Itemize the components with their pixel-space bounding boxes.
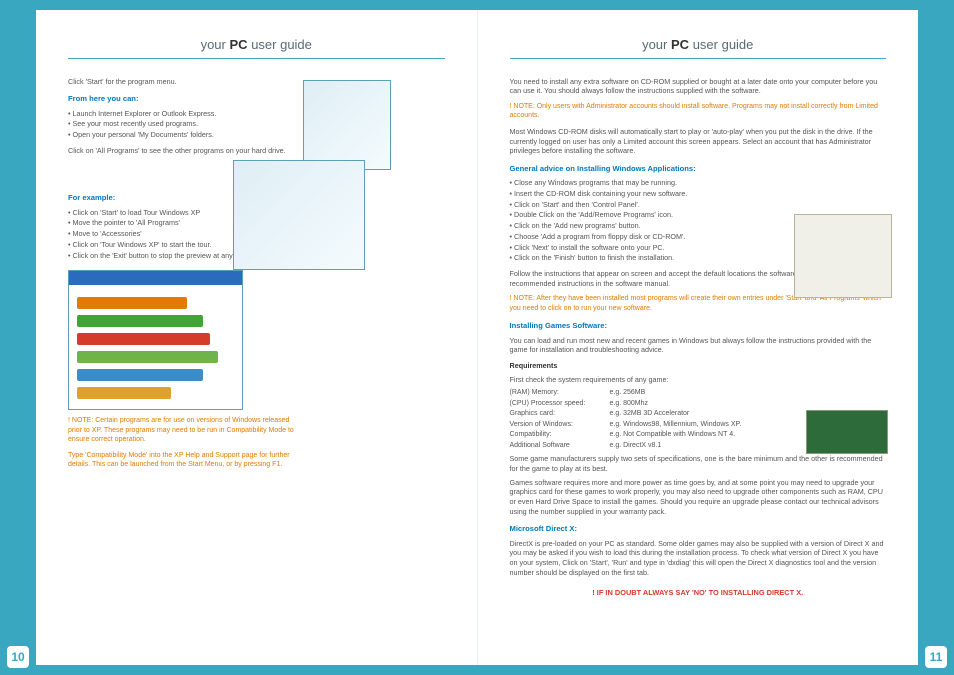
req-value: e.g. DirectX v8.1 <box>610 441 790 450</box>
heading-installing-games: Installing Games Software: <box>510 321 887 331</box>
list-item: Launch Internet Explorer or Outlook Expr… <box>68 109 298 119</box>
start-menu-screenshots <box>293 80 453 290</box>
page-number-right: 11 <box>924 645 948 669</box>
req-label: (CPU) Processor speed: <box>510 399 610 408</box>
list-item: Double Click on the 'Add/Remove Programs… <box>510 210 750 220</box>
req-label: Graphics card: <box>510 409 610 418</box>
req-value: e.g. 256MB <box>610 388 790 397</box>
req-value: e.g. 32MB 3D Accelerator <box>610 409 790 418</box>
list-item: Click on 'Start' and then 'Control Panel… <box>510 200 750 210</box>
p-games: You can load and run most new and recent… <box>510 336 887 355</box>
page-header-right: your PC user guide <box>510 36 887 59</box>
req-label: Version of Windows: <box>510 420 610 429</box>
list-item: Click on the 'Add new programs' button. <box>510 221 750 231</box>
list-item: Click 'Next' to install the software ont… <box>510 243 750 253</box>
list-item: Open your personal 'My Documents' folder… <box>68 130 298 140</box>
left-content: Click 'Start' for the program menu. From… <box>68 77 298 470</box>
list-from-here: Launch Internet Explorer or Outlook Expr… <box>68 109 298 140</box>
p-twosets: Some game manufacturers supply two sets … <box>510 454 887 473</box>
list-item: Choose 'Add a program from floppy disk o… <box>510 232 750 242</box>
page-right: your PC user guide You need to install a… <box>478 10 919 665</box>
list-item: Click on the 'Finish' button to finish t… <box>510 253 750 263</box>
screenshot-xp-tour <box>68 270 243 410</box>
p-upgrade: Games software requires more and more po… <box>510 478 887 517</box>
note-admin: ! NOTE: Only users with Administrator ac… <box>510 102 887 121</box>
header-rule <box>510 58 887 59</box>
header-bold: PC <box>671 37 689 52</box>
list-item: Close any Windows programs that may be r… <box>510 178 750 188</box>
heading-from-here: From here you can: <box>68 94 298 104</box>
req-value: e.g. Windows98, Millennium, Windows XP. <box>610 420 790 429</box>
image-graphics-card <box>806 410 888 454</box>
p-directx: DirectX is pre-loaded on your PC as stan… <box>510 539 887 578</box>
req-value: e.g. Not Compatible with Windows NT 4. <box>610 430 790 439</box>
screenshot-start-menu <box>303 80 391 170</box>
p-autoplay: Most Windows CD-ROM disks will automatic… <box>510 127 887 156</box>
heading-general-advice: General advice on Installing Windows App… <box>510 164 887 174</box>
header-post: user guide <box>251 37 312 52</box>
list-item: Insert the CD-ROM disk containing your n… <box>510 189 750 199</box>
heading-directx: Microsoft Direct X: <box>510 524 887 534</box>
heading-requirements: Requirements <box>510 361 887 371</box>
screenshot-add-programs <box>794 214 892 298</box>
list-item: See your most recently used programs. <box>68 119 298 129</box>
p-reqcheck: First check the system requirements of a… <box>510 375 887 385</box>
header-pre: your <box>201 37 226 52</box>
page-number-left: 10 <box>6 645 30 669</box>
note-compat-help: Type 'Compatibility Mode' into the XP He… <box>68 451 298 470</box>
p-intro: You need to install any extra software o… <box>510 77 887 96</box>
header-pre: your <box>642 37 667 52</box>
page-header-left: your PC user guide <box>68 36 445 59</box>
list-general-advice: Close any Windows programs that may be r… <box>510 178 750 263</box>
page-spread: your PC user guide Click 'Start' for the… <box>36 10 918 665</box>
page-left: your PC user guide Click 'Start' for the… <box>36 10 478 665</box>
req-label: (RAM) Memory: <box>510 388 610 397</box>
footer-warning: ! IF IN DOUBT ALWAYS SAY 'NO' TO INSTALL… <box>510 588 887 598</box>
screenshot-all-programs <box>233 160 365 270</box>
p-all-programs: Click on 'All Programs' to see the other… <box>68 146 298 156</box>
p-start: Click 'Start' for the program menu. <box>68 77 298 87</box>
req-label: Additional Software <box>510 441 610 450</box>
req-label: Compatibility: <box>510 430 610 439</box>
header-post: user guide <box>693 37 754 52</box>
req-value: e.g. 800Mhz <box>610 399 790 408</box>
note-compat: ! NOTE: Certain programs are for use on … <box>68 416 298 444</box>
header-rule <box>68 58 445 59</box>
header-bold: PC <box>230 37 248 52</box>
